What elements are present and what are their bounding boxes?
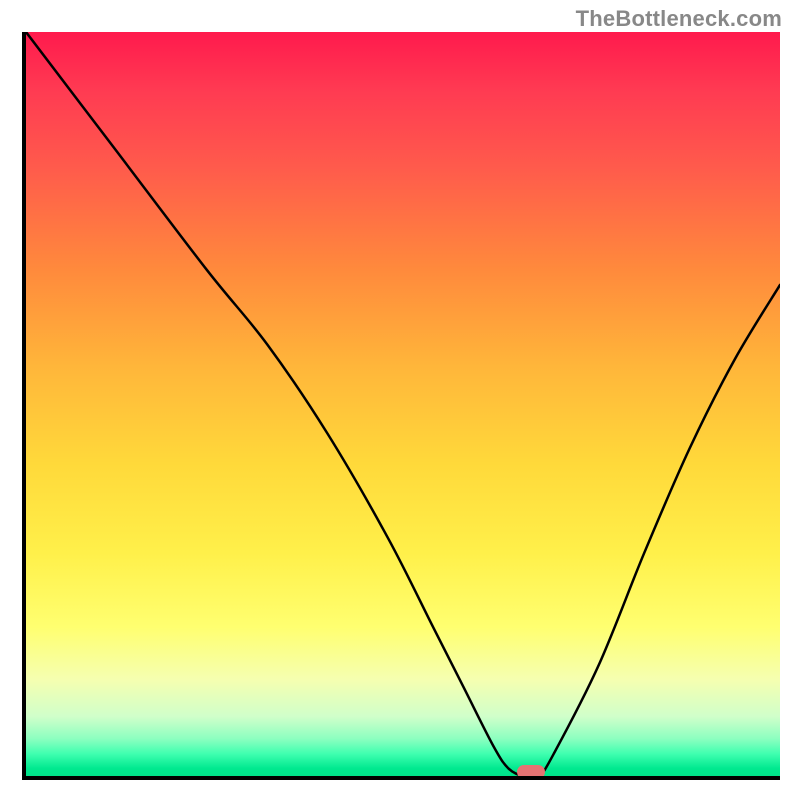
optimal-marker xyxy=(517,765,545,779)
plot-area xyxy=(22,32,780,780)
chart-container: TheBottleneck.com xyxy=(0,0,800,800)
bottleneck-curve xyxy=(26,32,780,776)
curve-svg xyxy=(26,32,780,776)
attribution-text: TheBottleneck.com xyxy=(576,6,782,32)
